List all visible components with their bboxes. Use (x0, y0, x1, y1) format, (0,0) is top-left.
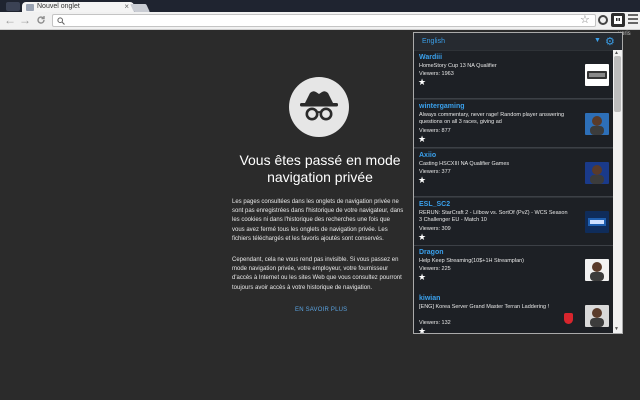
stream-item[interactable]: wintergaming Always commentary, never rag… (414, 100, 613, 148)
window-icon[interactable] (6, 2, 20, 11)
incognito-paragraph-1: Les pages consultées dans les onglets de… (232, 199, 404, 242)
address-bar[interactable] (52, 14, 596, 27)
menu-icon[interactable] (628, 14, 638, 26)
learn-more-link[interactable]: EN SAVOIR PLUS (295, 307, 347, 313)
stream-title: Always commentary, never rage! Random pl… (419, 112, 565, 126)
scroll-down-icon[interactable]: ▼ (614, 326, 619, 332)
tab-favicon-icon (26, 4, 34, 11)
page-title-line1: Vous êtes passé en mode (239, 152, 401, 168)
incognito-paragraph-2: Cependant, cela ne vous rend pas invisib… (232, 257, 402, 291)
scrollbar[interactable]: ▲ ▼ (613, 50, 622, 333)
stream-title: [ENG] Korea Server Grand Master Terran L… (419, 304, 550, 310)
avatar-icon (585, 113, 609, 135)
stream-title: Casting HSCXIII NA Qualifier Games (419, 161, 510, 167)
favorite-star-icon[interactable]: ★ (418, 273, 426, 282)
reload-icon[interactable] (34, 13, 48, 27)
stream-channel-name[interactable]: Dragon (419, 249, 444, 256)
language-select[interactable]: English (422, 38, 445, 45)
favorite-star-icon[interactable]: ★ (418, 326, 426, 333)
stream-viewers: Viewers: 309 (419, 225, 451, 232)
tab-title: Nouvel onglet (37, 3, 80, 10)
avatar-icon (585, 259, 609, 281)
twitch-extension-icon[interactable] (611, 13, 625, 27)
avatar-icon (585, 305, 609, 327)
bookmark-star-icon[interactable]: ☆ (580, 13, 590, 26)
stream-channel-name[interactable]: ESL_SC2 (419, 201, 450, 208)
stream-channel-name[interactable]: kiwian (419, 295, 440, 302)
avatar-icon (585, 162, 609, 184)
stream-title: HomeStory Cup 13 NA Qualifier (419, 63, 497, 69)
twitch-streams-popup: English ▼ ⚙ Wardiii HomeStory Cup 13 NA Q… (413, 32, 623, 334)
esl-logo-icon (585, 211, 609, 233)
stream-item[interactable]: Axiio Casting HSCXIII NA Qualifier Games V… (414, 149, 613, 197)
page-title: Vous êtes passé en mode navigation privé… (220, 152, 420, 186)
chevron-down-icon[interactable]: ▼ (594, 37, 601, 44)
page-title-line2: navigation privée (267, 169, 373, 185)
new-tab-button[interactable] (130, 4, 150, 12)
stream-viewers: Viewers: 132 (419, 319, 451, 326)
favorite-star-icon[interactable]: ★ (418, 134, 426, 144)
stream-item[interactable]: kiwian [ENG] Korea Server Grand Master Te… (414, 292, 613, 333)
gear-icon[interactable]: ⚙ (605, 35, 615, 48)
stream-item[interactable]: ESL_SC2 RERUN: StarCraft 2 - Lilbow vs. S… (414, 198, 613, 246)
stream-item[interactable]: Wardiii HomeStory Cup 13 NA Qualifier View… (414, 51, 613, 99)
back-arrow-icon[interactable]: ← (3, 13, 17, 27)
stream-viewers: Viewers: 877 (419, 127, 451, 134)
stream-title: RERUN: StarCraft 2 - Lilbow vs. SortOf (… (419, 210, 568, 224)
favorite-star-icon[interactable]: ★ (418, 232, 426, 242)
stream-channel-name[interactable]: wintergaming (419, 103, 465, 110)
stream-item[interactable]: Dragon Help Keep Streaming(10$+1H Streamp… (414, 246, 613, 294)
sc2-logo-icon (585, 64, 609, 86)
language-bar: English ▼ ⚙ (414, 33, 622, 50)
favorite-star-icon[interactable]: ★ (418, 78, 426, 87)
extension-icon[interactable] (598, 15, 608, 25)
title-bar: Nouvel onglet × (0, 0, 640, 14)
stream-channel-name[interactable]: Wardiii (419, 54, 442, 61)
forward-arrow-icon[interactable]: → (18, 13, 32, 27)
favorite-star-icon[interactable]: ★ (418, 176, 426, 185)
stream-channel-name[interactable]: Axiio (419, 152, 436, 159)
incognito-icon (289, 77, 349, 137)
search-icon (57, 15, 65, 28)
stream-title: Help Keep Streaming(10$+1H Streamplan) (419, 258, 525, 264)
tab-close-icon[interactable]: × (124, 2, 129, 11)
shield-icon (564, 313, 573, 324)
scroll-thumb[interactable] (614, 56, 621, 112)
toolbar: ← → ☆ (0, 12, 640, 30)
